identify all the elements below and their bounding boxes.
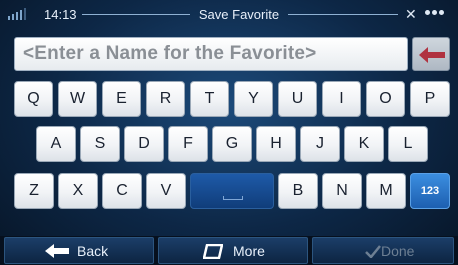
title-divider-right bbox=[288, 14, 398, 15]
key-m[interactable]: M bbox=[366, 173, 406, 209]
key-q[interactable]: Q bbox=[14, 81, 53, 117]
key-n[interactable]: N bbox=[322, 173, 362, 209]
more-button[interactable]: More bbox=[158, 237, 308, 264]
back-label: Back bbox=[77, 243, 109, 259]
more-label: More bbox=[233, 243, 265, 259]
more-icon bbox=[203, 244, 223, 259]
key-u[interactable]: U bbox=[278, 81, 317, 117]
key-r[interactable]: R bbox=[146, 81, 185, 117]
key-c[interactable]: C bbox=[102, 173, 142, 209]
checkmark-icon bbox=[365, 245, 381, 258]
space-bar-icon bbox=[223, 196, 243, 200]
screen: 14:13 Save Favorite ✕ <Enter a Name for … bbox=[0, 0, 458, 265]
key-g[interactable]: G bbox=[212, 126, 252, 162]
favorite-name-input[interactable]: <Enter a Name for the Favorite> bbox=[14, 37, 408, 71]
key-o[interactable]: O bbox=[366, 81, 405, 117]
key-b[interactable]: B bbox=[278, 173, 318, 209]
done-label: Done bbox=[381, 243, 415, 259]
key-s[interactable]: S bbox=[80, 126, 120, 162]
key-f[interactable]: F bbox=[168, 126, 208, 162]
numbers-key[interactable]: 123 bbox=[410, 173, 450, 209]
key-t[interactable]: T bbox=[190, 81, 229, 117]
status-bar: 14:13 Save Favorite ✕ bbox=[0, 0, 458, 30]
key-y[interactable]: Y bbox=[234, 81, 273, 117]
key-a[interactable]: A bbox=[36, 126, 76, 162]
title-divider-left bbox=[82, 14, 190, 15]
key-l[interactable]: L bbox=[388, 126, 428, 162]
key-w[interactable]: W bbox=[58, 81, 97, 117]
key-k[interactable]: K bbox=[344, 126, 384, 162]
backspace-button[interactable] bbox=[412, 37, 450, 71]
key-z[interactable]: Z bbox=[14, 173, 54, 209]
key-j[interactable]: J bbox=[300, 126, 340, 162]
key-h[interactable]: H bbox=[256, 126, 296, 162]
arrow-left-icon bbox=[45, 244, 69, 258]
backspace-arrow-icon bbox=[419, 47, 445, 63]
page-title: Save Favorite bbox=[198, 7, 280, 22]
key-i[interactable]: I bbox=[322, 81, 361, 117]
key-d[interactable]: D bbox=[124, 126, 164, 162]
signal-bars-icon bbox=[8, 8, 26, 20]
key-p[interactable]: P bbox=[410, 81, 450, 117]
clock-time: 14:13 bbox=[44, 7, 77, 22]
done-button[interactable]: Done bbox=[312, 237, 454, 264]
key-v[interactable]: V bbox=[146, 173, 186, 209]
gps-satellite-icon[interactable]: ✕ bbox=[405, 6, 417, 23]
space-key[interactable] bbox=[190, 173, 274, 209]
menu-dots-icon[interactable] bbox=[425, 10, 444, 15]
key-x[interactable]: X bbox=[58, 173, 98, 209]
back-button[interactable]: Back bbox=[4, 237, 154, 264]
key-e[interactable]: E bbox=[102, 81, 141, 117]
